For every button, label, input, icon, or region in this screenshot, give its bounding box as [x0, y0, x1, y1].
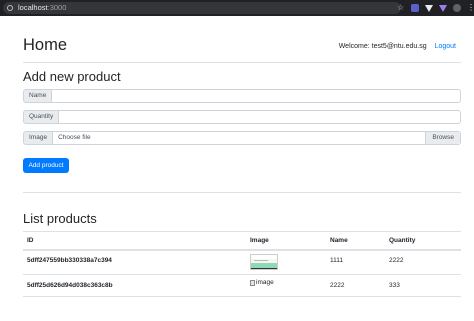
toolbar-icons: ☆ ⋮: [397, 2, 474, 14]
image-input-group: Image Choose file Browse: [23, 131, 461, 145]
browse-button[interactable]: Browse: [425, 132, 460, 144]
column-header-quantity: Quantity: [389, 237, 416, 244]
product-id: 5dff247559bb330338a7c394: [27, 257, 112, 264]
name-input-group: Name: [23, 89, 461, 103]
bookmark-star-icon[interactable]: ☆: [397, 4, 405, 12]
product-quantity: 2222: [389, 257, 404, 264]
quantity-input[interactable]: [59, 110, 461, 124]
file-input[interactable]: Choose file Browse: [53, 131, 461, 145]
info-icon[interactable]: [7, 5, 13, 11]
add-product-heading: Add new product: [23, 69, 121, 84]
browser-toolbar: localhost:3000 ☆ ⋮: [0, 0, 474, 16]
vuetify-icon[interactable]: [425, 4, 433, 12]
user-info: Welcome: test5@ntu.edu.sg Logout: [339, 42, 456, 51]
broken-image-icon: [250, 280, 255, 286]
list-products-heading: List products: [23, 211, 97, 226]
logout-link[interactable]: Logout: [435, 43, 456, 50]
image-alt-text: image: [256, 279, 274, 286]
quantity-label: Quantity: [23, 110, 60, 124]
triangle-extension-icon[interactable]: [439, 4, 447, 12]
name-input[interactable]: [52, 89, 461, 103]
url-text: localhost:3000: [18, 3, 67, 12]
quantity-input-group: Quantity: [23, 110, 461, 124]
header-divider: [23, 62, 461, 63]
product-quantity: 333: [389, 282, 400, 289]
column-header-image: Image: [250, 237, 269, 244]
broken-image-placeholder: image: [250, 279, 274, 287]
product-thumbnail: [250, 254, 278, 270]
table-row: 5dff247559bb330338a7c394 1111 2222: [23, 251, 461, 275]
product-name: 2222: [330, 282, 345, 289]
kebab-menu-icon[interactable]: ⋮: [467, 4, 474, 12]
product-id: 5dff25d626d94d038c363c8b: [27, 282, 113, 289]
address-bar[interactable]: localhost:3000: [3, 2, 401, 14]
image-label: Image: [23, 131, 54, 145]
page-title: Home: [23, 36, 68, 54]
column-header-id: ID: [27, 237, 34, 244]
column-header-name: Name: [330, 237, 348, 244]
name-label: Name: [23, 89, 53, 103]
products-table: ID Image Name Quantity 5dff247559bb33033…: [23, 231, 461, 297]
form-divider: [23, 192, 461, 193]
table-row: 5dff25d626d94d038c363c8b 2222 333: [23, 275, 461, 297]
welcome-text: Welcome: test5@ntu.edu.sg: [338, 43, 427, 50]
profile-icon[interactable]: [453, 4, 461, 12]
product-name: 1111: [330, 257, 344, 264]
file-placeholder: Choose file: [58, 134, 91, 141]
extension-icon[interactable]: [411, 4, 419, 12]
table-header: ID Image Name Quantity: [23, 231, 461, 251]
add-product-button[interactable]: Add product: [23, 158, 69, 173]
